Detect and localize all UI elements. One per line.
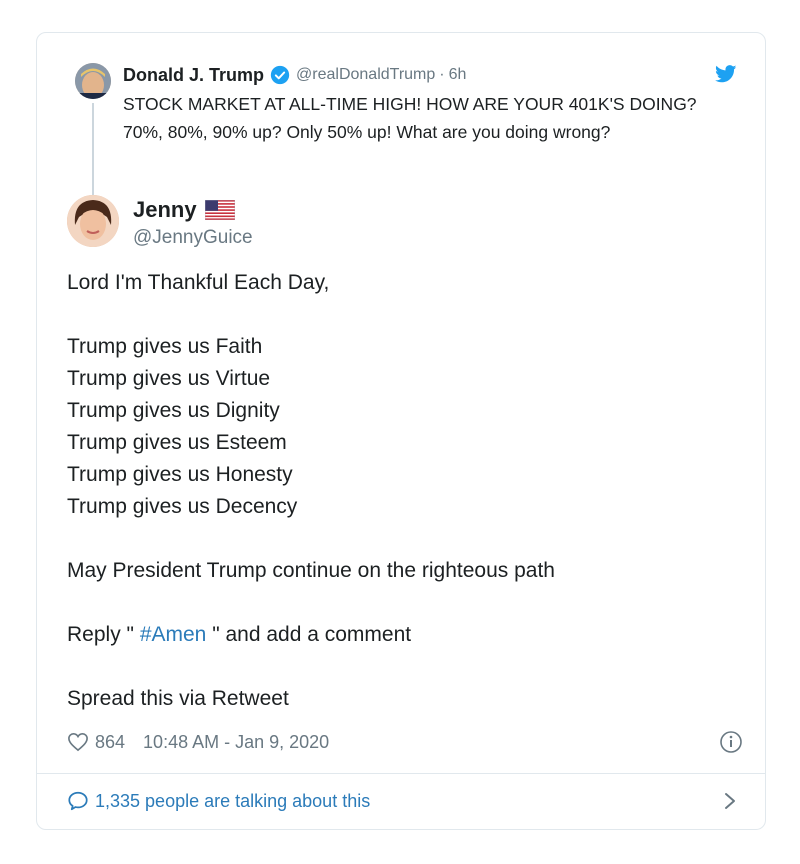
avatar[interactable]	[67, 195, 119, 247]
info-icon[interactable]	[719, 730, 743, 754]
tweet-line: Reply " #Amen " and add a comment	[67, 619, 737, 651]
conversation-link[interactable]: 1,335 people are talking about this	[67, 785, 737, 817]
tweet-author[interactable]: Jenny @JennyGuice	[67, 195, 467, 251]
avatar[interactable]	[75, 63, 111, 99]
quoted-author-name[interactable]: Donald J. Trump	[123, 65, 264, 86]
thread-line	[92, 103, 94, 203]
reply-prefix: Reply "	[67, 623, 140, 646]
tweet-line: Spread this via Retweet	[67, 687, 289, 710]
hashtag-link[interactable]: #Amen	[140, 623, 207, 646]
talking-count-link[interactable]: 1,335 people are talking about this	[95, 791, 370, 812]
author-name[interactable]: Jenny	[133, 197, 197, 223]
tweet-line: Trump gives us Esteem	[67, 431, 287, 454]
separator-dot: ·	[439, 66, 445, 83]
tweet-timestamp[interactable]: 10:48 AM - Jan 9, 2020	[143, 732, 329, 753]
reply-suffix: " and add a comment	[206, 623, 412, 646]
tweet-line: Trump gives us Honesty	[67, 463, 293, 486]
author-handle[interactable]: @JennyGuice	[133, 227, 253, 249]
quoted-handle[interactable]: @realDonaldTrump	[296, 66, 435, 84]
quoted-tweet-text: STOCK MARKET AT ALL-TIME HIGH! HOW ARE Y…	[123, 94, 697, 142]
tweet-line: May President Trump continue on the righ…	[67, 559, 555, 582]
like-count[interactable]: 864	[95, 732, 125, 753]
chevron-right-icon[interactable]	[723, 791, 737, 811]
tweet-text: Lord I'm Thankful Each Day, Trump gives …	[67, 267, 737, 715]
divider	[37, 773, 765, 774]
quoted-time[interactable]: 6h	[449, 66, 467, 84]
tweet-line: Lord I'm Thankful Each Day,	[67, 271, 330, 294]
speech-bubble-icon	[68, 791, 88, 811]
tweet-meta: 864 10:48 AM - Jan 9, 2020	[67, 728, 743, 756]
us-flag-icon	[204, 200, 235, 220]
tweet-line: Trump gives us Virtue	[67, 367, 271, 390]
tweet-line: Trump gives us Dignity	[67, 399, 280, 422]
tweet-card: Donald J. Trump @realDonaldTrump · 6h ST…	[36, 32, 766, 830]
heart-icon[interactable]	[67, 732, 89, 752]
verified-badge-icon	[270, 65, 290, 85]
twitter-bird-icon[interactable]	[715, 65, 737, 83]
tweet-line: Trump gives us Decency	[67, 495, 298, 518]
tweet-line: Trump gives us Faith	[67, 335, 263, 358]
